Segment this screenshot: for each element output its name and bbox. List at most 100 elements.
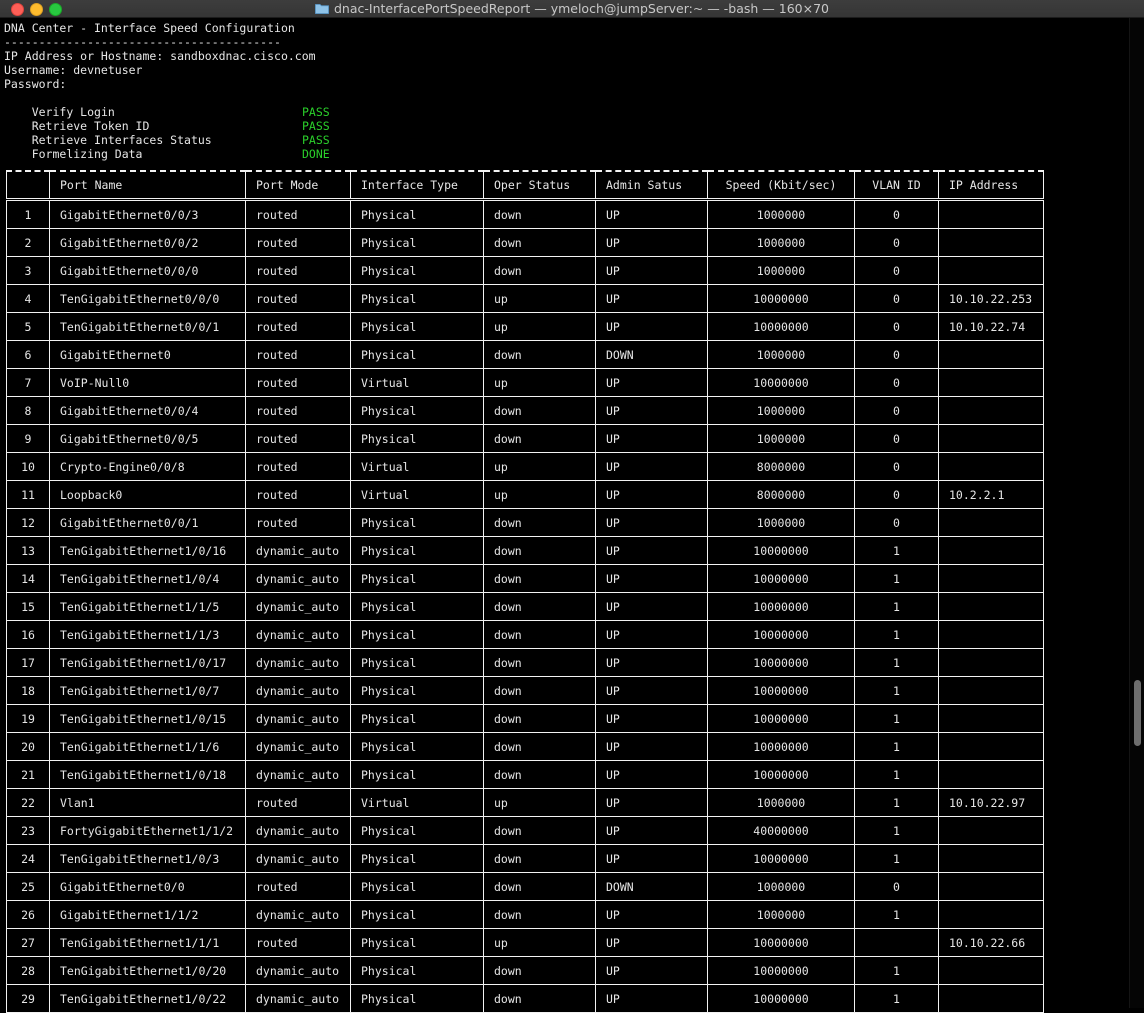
cell-port-name: TenGigabitEthernet1/0/17	[49, 648, 246, 677]
cell-interface-type: Physical	[350, 564, 484, 593]
cell-admin-status: DOWN	[595, 872, 708, 901]
cell-port-mode: routed	[245, 452, 351, 481]
cell-admin-status: UP	[595, 284, 708, 313]
cell-port-name: TenGigabitEthernet1/0/3	[49, 844, 246, 873]
cell-vlan-id: 1	[854, 620, 939, 649]
cell-index: 7	[6, 368, 50, 397]
cell-port-name: TenGigabitEthernet1/0/16	[49, 536, 246, 565]
cell-ip-address	[938, 676, 1044, 705]
table-row: 26 GigabitEthernet1/1/2 dynamic_auto Physic…	[6, 900, 1044, 929]
username-line: Username: devnetuser	[4, 63, 143, 77]
cell-oper-status: down	[483, 704, 596, 733]
cell-vlan-id: 1	[854, 564, 939, 593]
cell-index: 10	[6, 452, 50, 481]
cell-admin-status: UP	[595, 508, 708, 537]
cell-port-name: GigabitEthernet0/0/0	[49, 256, 246, 285]
cell-index: 16	[6, 620, 50, 649]
cell-speed: 1000000	[707, 508, 855, 537]
cell-speed: 10000000	[707, 984, 855, 1013]
check-formatting: Formelizing Data DONE	[4, 133, 404, 161]
table-row: 22 Vlan1 routed Virtual up UP 1000000 1 10.10.22…	[6, 788, 1044, 817]
cell-ip-address	[938, 648, 1044, 677]
check-label: Formelizing Data	[31, 147, 143, 161]
check-token: Retrieve Token ID PASS	[4, 105, 404, 133]
cell-index: 12	[6, 508, 50, 537]
cell-speed: 10000000	[707, 732, 855, 761]
cell-admin-status: UP	[595, 788, 708, 817]
cell-vlan-id	[854, 928, 939, 957]
cell-interface-type: Physical	[350, 340, 484, 369]
cell-ip-address: 10.10.22.74	[938, 312, 1044, 341]
cell-interface-type: Physical	[350, 620, 484, 649]
table-row: 8 GigabitEthernet0/0/4 routed Physical down U…	[6, 396, 1044, 425]
cell-vlan-id: 1	[854, 984, 939, 1013]
table-row: 16 TenGigabitEthernet1/1/3 dynamic_auto Phy…	[6, 620, 1044, 649]
scrollbar-thumb[interactable]	[1134, 680, 1141, 746]
cell-index: 22	[6, 788, 50, 817]
table-row: 10 Crypto-Engine0/0/8 routed Virtual up UP 800…	[6, 452, 1044, 481]
cell-admin-status: UP	[595, 592, 708, 621]
cell-ip-address	[938, 816, 1044, 845]
cell-admin-status: UP	[595, 228, 708, 257]
cell-speed: 1000000	[707, 199, 855, 229]
cell-oper-status: up	[483, 480, 596, 509]
cell-vlan-id: 0	[854, 480, 939, 509]
cell-admin-status: UP	[595, 256, 708, 285]
cell-speed: 1000000	[707, 872, 855, 901]
table-row: 5 TenGigabitEthernet0/0/1 routed Physical up…	[6, 312, 1044, 341]
cell-port-name: Vlan1	[49, 788, 246, 817]
cell-port-name: GigabitEthernet0/0/2	[49, 228, 246, 257]
cell-oper-status: down	[483, 340, 596, 369]
cell-port-mode: routed	[245, 368, 351, 397]
cell-port-mode: routed	[245, 284, 351, 313]
cell-ip-address	[938, 396, 1044, 425]
cell-port-name: GigabitEthernet1/1/2	[49, 900, 246, 929]
cell-admin-status: UP	[595, 732, 708, 761]
table-row: 20 TenGigabitEthernet1/1/6 dynamic_auto Phy…	[6, 732, 1044, 761]
table-row: 29 TenGigabitEthernet1/0/22 dynamic_auto Ph…	[6, 984, 1044, 1013]
interfaces-table-wrapper: Port Name Port Mode Interface Type Oper …	[6, 170, 1044, 1013]
window-title-container: dnac-InterfacePortSpeedReport — ymeloch@…	[0, 1, 1144, 16]
cell-vlan-id: 1	[854, 732, 939, 761]
table-row: 24 TenGigabitEthernet1/0/3 dynamic_auto Phy…	[6, 844, 1044, 873]
cell-interface-type: Physical	[350, 396, 484, 425]
table-row: 17 TenGigabitEthernet1/0/17 dynamic_auto Ph…	[6, 648, 1044, 677]
cell-admin-status: UP	[595, 536, 708, 565]
cell-ip-address	[938, 256, 1044, 285]
table-row: 12 GigabitEthernet0/0/1 routed Physical down…	[6, 508, 1044, 537]
table-row: 11 Loopback0 routed Virtual up UP 8000000 0 10.2…	[6, 480, 1044, 509]
cell-admin-status: DOWN	[595, 340, 708, 369]
cell-index: 28	[6, 956, 50, 985]
cell-oper-status: down	[483, 508, 596, 537]
scrollbar-track[interactable]	[1129, 18, 1144, 1008]
cell-speed: 10000000	[707, 284, 855, 313]
cell-index: 15	[6, 592, 50, 621]
cell-port-name: Loopback0	[49, 480, 246, 509]
header-ip-address: IP Address	[938, 170, 1044, 201]
cell-oper-status: down	[483, 956, 596, 985]
terminal-content[interactable]: DNA Center - Interface Speed Configurati…	[0, 18, 1144, 1013]
cell-oper-status: up	[483, 452, 596, 481]
cell-speed: 40000000	[707, 816, 855, 845]
cell-speed: 10000000	[707, 956, 855, 985]
cell-interface-type: Physical	[350, 984, 484, 1013]
cell-vlan-id: 1	[854, 648, 939, 677]
cell-port-mode: dynamic_auto	[245, 676, 351, 705]
cell-interface-type: Physical	[350, 844, 484, 873]
cell-oper-status: down	[483, 732, 596, 761]
cell-oper-status: down	[483, 199, 596, 229]
cell-port-mode: dynamic_auto	[245, 816, 351, 845]
table-row: 14 TenGigabitEthernet1/0/4 dynamic_auto Phy…	[6, 564, 1044, 593]
table-row: 21 TenGigabitEthernet1/0/18 dynamic_auto Ph…	[6, 760, 1044, 789]
cell-vlan-id: 0	[854, 424, 939, 453]
cell-oper-status: down	[483, 984, 596, 1013]
cell-port-name: GigabitEthernet0	[49, 340, 246, 369]
cell-index: 1	[6, 199, 50, 229]
cell-ip-address	[938, 620, 1044, 649]
cell-port-mode: routed	[245, 788, 351, 817]
cell-index: 3	[6, 256, 50, 285]
cell-vlan-id: 0	[854, 284, 939, 313]
cell-ip-address	[938, 228, 1044, 257]
cell-index: 4	[6, 284, 50, 313]
cell-port-mode: dynamic_auto	[245, 900, 351, 929]
